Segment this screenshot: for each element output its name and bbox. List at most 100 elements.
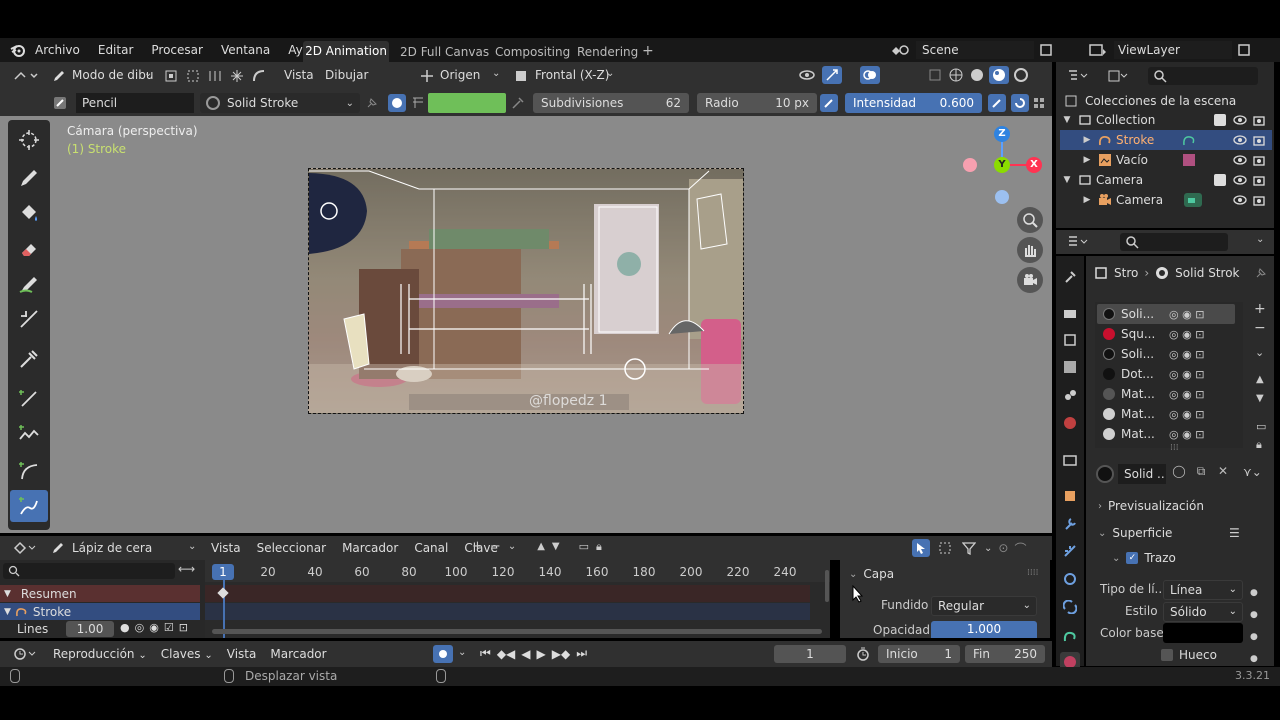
layer-menu-chevron-icon[interactable]: ⌄ xyxy=(508,541,516,552)
outliner-row-camera[interactable]: ▶ Camera xyxy=(1060,190,1272,210)
keying-chevron-icon[interactable]: ⌄ xyxy=(458,647,466,658)
material-slot-6[interactable]: Mat... ◎ ◉ ⊡ xyxy=(1097,424,1235,444)
opacity-field[interactable]: 1.000 xyxy=(931,621,1037,638)
data-tab-icon[interactable] xyxy=(1060,626,1080,646)
add-layer-button[interactable]: + xyxy=(472,539,483,554)
brush-color-swatch[interactable] xyxy=(428,93,506,113)
jump-start-icon[interactable]: ⏮ xyxy=(480,646,491,661)
move-slot-up-icon[interactable]: ▲ xyxy=(1256,374,1264,385)
timeline-editor-icon[interactable] xyxy=(10,645,40,663)
include-checkbox[interactable] xyxy=(1214,174,1226,186)
properties-chevron-icon[interactable]: ⌄ xyxy=(1256,234,1264,245)
onion-eye-lock-icons[interactable]: ◎ ◉ ⊡ xyxy=(1169,348,1204,361)
line-type-dropdown[interactable]: Línea ⌄ xyxy=(1163,580,1243,600)
pin-material-icon[interactable] xyxy=(364,95,380,111)
onion-eye-lock-icons[interactable]: ◎ ◉ ⊡ xyxy=(1169,428,1204,441)
channel-stroke[interactable]: ▼ Stroke xyxy=(0,603,200,620)
color-mode-icon[interactable] xyxy=(388,94,406,112)
arc-tool[interactable] xyxy=(10,455,48,487)
move-layer-down-icon[interactable]: ▼ xyxy=(552,541,560,552)
expand-arrow-icon[interactable]: ▶ xyxy=(1080,155,1094,165)
menu-seleccionar[interactable]: Seleccionar xyxy=(257,541,326,555)
onion-eye-lock-icons[interactable]: ◎ ◉ ⊡ xyxy=(1169,368,1204,381)
pin-icon[interactable] xyxy=(1254,266,1268,280)
expand-arrow-icon[interactable]: ▶ xyxy=(1080,195,1094,205)
pan-hand-icon[interactable] xyxy=(1017,237,1043,263)
snap-grid-icon[interactable] xyxy=(228,67,246,85)
pressure-radius-icon[interactable] xyxy=(820,94,838,112)
physics-tab-icon[interactable] xyxy=(1060,569,1080,589)
cutter-tool[interactable] xyxy=(10,303,48,335)
menu-procesar[interactable]: Procesar xyxy=(151,43,203,57)
keyframe-dots[interactable]: ● ● ● ● xyxy=(1250,582,1258,670)
material-shading-icon[interactable] xyxy=(989,66,1009,84)
onion-eye-lock-icons[interactable]: ◎ ◉ ⊡ xyxy=(1169,408,1204,421)
viewlayer-icon[interactable] xyxy=(1086,42,1110,58)
eye-icon[interactable] xyxy=(1233,155,1247,165)
channel-summary[interactable]: ▼ Resumen xyxy=(0,585,200,602)
list-resize-handle[interactable]: ⁞⁞⁞ xyxy=(1170,443,1179,453)
camera-view-icon[interactable] xyxy=(1017,267,1043,293)
expand-arrow-icon[interactable]: ▼ xyxy=(1060,115,1074,125)
surface-panel-header[interactable]: ⌄ Superficie xyxy=(1098,526,1172,540)
onion-eye-lock-icons[interactable]: ◎ ◉ ⊡ xyxy=(1169,388,1204,401)
jump-end-icon[interactable]: ⏭ xyxy=(576,646,587,661)
stroke-curve-icon[interactable] xyxy=(250,67,268,85)
menu-vista[interactable]: Vista xyxy=(211,541,241,555)
gizmo-x-axis[interactable]: X xyxy=(1026,157,1042,173)
material-browse-icon[interactable] xyxy=(1096,465,1114,483)
new-scene-icon[interactable] xyxy=(1038,42,1054,58)
base-color-swatch[interactable] xyxy=(1163,623,1243,643)
menu-reproduccion[interactable]: Reproducción ⌄ xyxy=(53,647,147,661)
timeline-vscroll[interactable] xyxy=(825,570,829,602)
timeline-scrollbar[interactable] xyxy=(212,629,822,634)
show-hidden-icon[interactable] xyxy=(936,539,954,557)
auto-keying-button[interactable] xyxy=(433,645,453,663)
move-slot-down-icon[interactable]: ▼ xyxy=(1256,393,1264,404)
fill-tool[interactable] xyxy=(10,197,48,229)
preview-range-icon[interactable] xyxy=(854,645,872,663)
camera-render-icon[interactable] xyxy=(1253,154,1265,166)
expand-arrow-icon[interactable]: ▼ xyxy=(1060,175,1074,185)
fake-user-icon[interactable]: ◯ xyxy=(1170,464,1188,484)
remove-slot-button[interactable]: − xyxy=(1254,320,1266,336)
settings-grid-icon[interactable] xyxy=(1032,95,1046,111)
object-tab-icon[interactable] xyxy=(1060,486,1080,506)
eyedropper-icon[interactable] xyxy=(510,95,526,111)
next-keyframe-icon[interactable]: ▶◆ xyxy=(552,647,570,661)
current-frame-indicator[interactable]: 1 xyxy=(212,564,234,580)
onion-skin-icon[interactable]: ◎ xyxy=(135,621,145,634)
stabilizer-icon[interactable] xyxy=(1011,94,1029,112)
solid-shading-icon[interactable] xyxy=(968,66,986,84)
expand-arrow-icon[interactable]: ▶ xyxy=(1080,135,1094,145)
outliner-editor-icon[interactable] xyxy=(1064,67,1092,85)
tool-tab-icon[interactable] xyxy=(1060,267,1080,287)
prev-keyframe-icon[interactable]: ◆◀ xyxy=(497,647,515,661)
tint-tool[interactable] xyxy=(10,268,48,300)
strength-field[interactable]: Intensidad 0.600 xyxy=(845,93,982,113)
outliner-row-collection[interactable]: ▼ Collection xyxy=(1060,110,1272,130)
display-mode-icon[interactable] xyxy=(1104,67,1132,85)
menu-vista[interactable]: Vista xyxy=(284,68,314,82)
stroke-subpanel-header[interactable]: ⌄ ✓ Trazo xyxy=(1112,551,1176,565)
lock-slot-icon[interactable]: 🔒︎ xyxy=(1256,438,1262,452)
line-tool[interactable] xyxy=(10,383,48,415)
material-slot-1[interactable]: Squ... ◎ ◉ ⊡ xyxy=(1097,324,1235,344)
menu-archivo[interactable]: Archivo xyxy=(35,43,80,57)
effects-tab-icon[interactable] xyxy=(1060,541,1080,561)
menu-dibujar[interactable]: Dibujar xyxy=(325,68,368,82)
slot-specials-icon[interactable]: ⌄ xyxy=(1255,346,1264,359)
visibility-icon[interactable] xyxy=(798,66,816,84)
remove-layer-button[interactable]: − xyxy=(490,539,501,554)
duplicate-material-icon[interactable]: ⧉ xyxy=(1192,464,1210,484)
view-layer-tab-icon[interactable] xyxy=(1060,357,1080,377)
holdout-checkbox[interactable] xyxy=(1161,649,1173,661)
material-slot-5[interactable]: Mat... ◎ ◉ ⊡ xyxy=(1097,404,1235,424)
surface-list-icon[interactable]: ☰ xyxy=(1229,526,1240,540)
camera-render-icon[interactable] xyxy=(1253,134,1265,146)
properties-editor-icon[interactable] xyxy=(1064,233,1092,251)
add-workspace-button[interactable]: + xyxy=(642,43,654,59)
material-slot-2[interactable]: Soli... ◎ ◉ ⊡ xyxy=(1097,344,1235,364)
gizmo-toggle-icon[interactable] xyxy=(822,66,842,84)
outliner-row-vacio[interactable]: ▶ Vacío xyxy=(1060,150,1272,170)
